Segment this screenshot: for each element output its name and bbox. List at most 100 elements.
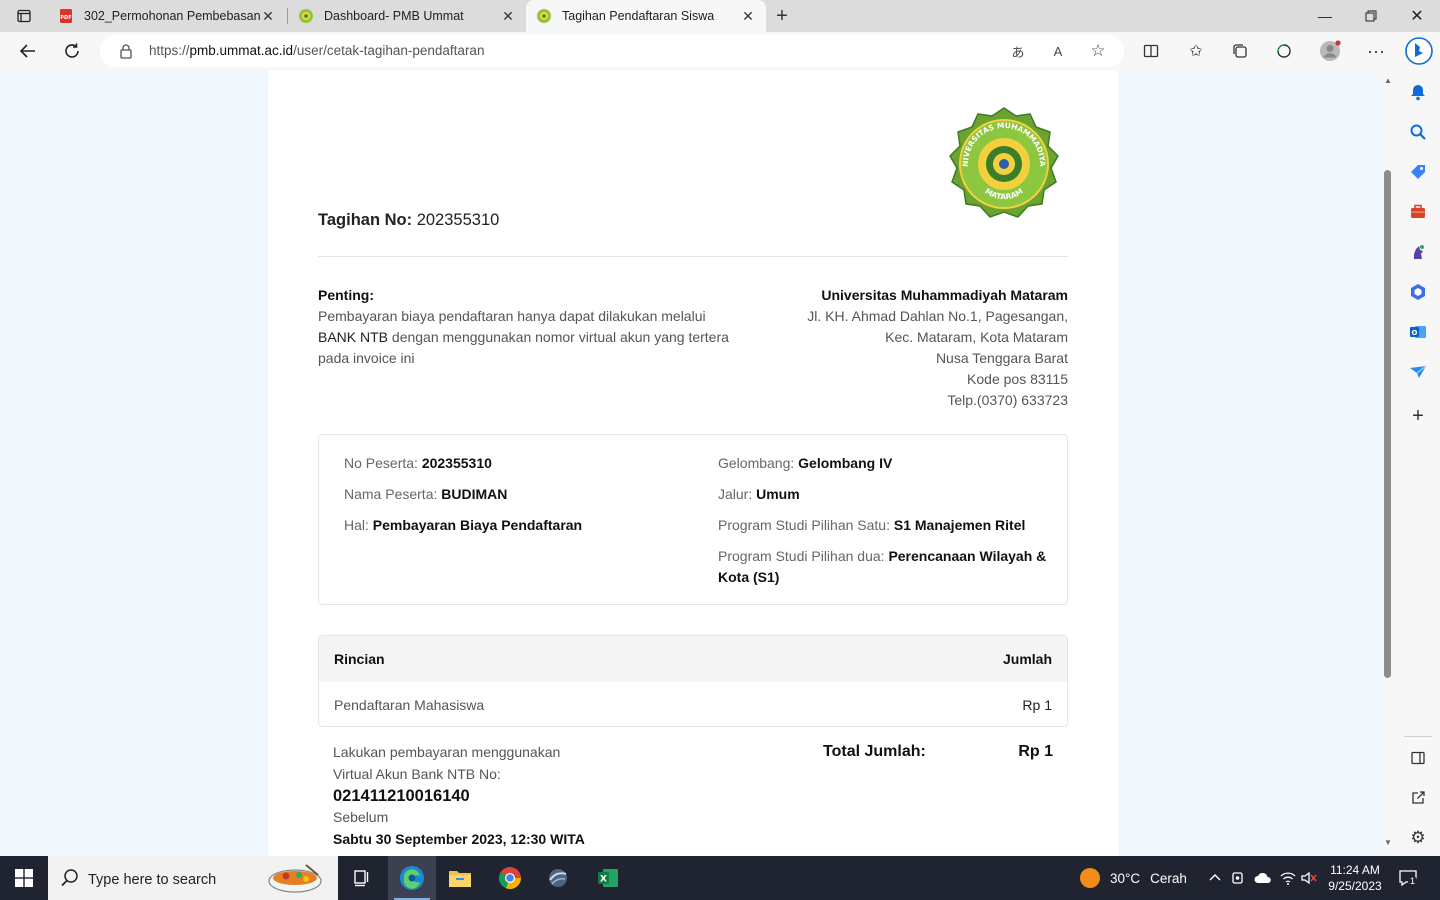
university-address: Universitas Muhammadiyah Mataram Jl. KH.… [738,285,1068,411]
minimize-button[interactable]: — [1302,0,1348,32]
restore-button[interactable] [1348,0,1394,32]
row-amount: Rp 1 [1022,697,1052,713]
detail-table: Rincian Jumlah Pendaftaran Mahasiswa Rp … [318,635,1068,727]
system-clock[interactable]: 11:24 AM 9/25/2023 [1318,862,1392,894]
split-screen-icon[interactable] [1139,39,1163,63]
taskbar-chrome[interactable] [486,856,534,900]
before-label: Sebelum [333,809,389,825]
scrollbar-thumb[interactable] [1384,170,1391,678]
weather-widget[interactable]: 30°C Cerah [1080,868,1187,888]
weather-condition: Cerah [1150,870,1187,886]
svg-text:PDF: PDF [60,15,71,21]
divider [318,256,1068,257]
tab-actions-button[interactable] [8,4,40,28]
open-external-icon[interactable] [1408,788,1428,808]
task-view-button[interactable] [338,856,386,900]
payment-instructions: Lakukan pembayaran menggunakan Virtual A… [333,742,585,850]
close-icon[interactable]: ✕ [500,8,516,24]
field-label: Gelombang: [718,455,795,471]
shopping-tag-icon[interactable] [1408,162,1428,182]
table-row: Pendaftaran Mahasiswa Rp 1 [319,682,1067,726]
tab-dashboard[interactable]: Dashboard- PMB Ummat ✕ [288,0,526,32]
search-icon[interactable] [1408,122,1428,142]
scroll-up-icon[interactable]: ▲ [1383,76,1393,86]
payment-line-1: Lakukan pembayaran menggunakan [333,744,561,760]
ummat-icon [536,8,552,24]
tools-icon[interactable] [1408,202,1428,222]
university-logo: UNIVERSITAS MUHAMMADIYAH MATARAM [946,106,1059,218]
refresh-button[interactable] [58,37,86,65]
notification-count: 1 [1408,876,1418,886]
pdf-icon: PDF [58,8,74,24]
taskbar-app[interactable] [534,856,582,900]
svg-text:X: X [600,875,607,885]
bell-icon[interactable] [1408,82,1428,102]
address-line: Telp.(0370) 633723 [947,392,1068,408]
close-icon[interactable]: ✕ [740,8,756,24]
field-value: Umum [756,486,800,502]
scroll-down-icon[interactable]: ▼ [1383,838,1393,848]
tab-tagihan[interactable]: Tagihan Pendaftaran Siswa ✕ [526,0,766,32]
taskbar-file-explorer[interactable] [436,856,484,900]
outlook-icon[interactable]: O [1408,322,1428,342]
sidebar-divider [1404,736,1432,737]
task-view-icon [354,870,369,887]
back-arrow-icon [19,44,35,58]
new-tab-button[interactable]: + [770,4,794,28]
hide-sidebar-icon[interactable] [1408,748,1428,768]
close-window-button[interactable]: ✕ [1394,0,1440,32]
address-line: Kode pos 83115 [967,371,1068,387]
drop-icon[interactable] [1408,362,1428,382]
vertical-scrollbar[interactable]: ▲ ▼ [1380,70,1396,856]
bill-number-value: 202355310 [416,211,500,229]
volume-muted-icon[interactable] [1300,869,1318,887]
profile-avatar[interactable] [1318,39,1342,63]
read-aloud-icon[interactable]: A [1048,41,1068,61]
participant-wave: Gelombang: Gelombang IV [718,453,1048,474]
translate-icon[interactable]: あ [1008,41,1028,61]
onedrive-icon[interactable] [1254,869,1272,887]
address-bar[interactable]: https://pmb.ummat.ac.id/user/cetak-tagih… [100,35,1124,67]
field-label: Program Studi Pilihan Satu: [718,517,890,533]
favorites-icon[interactable]: ✩ [1184,39,1208,63]
participant-subject: Hal: Pembayaran Biaya Pendaftaran [344,515,684,536]
notification-center[interactable]: 1 [1398,868,1418,888]
tab-strip: PDF 302_Permohonan Pembebasan B ✕ Dashbo… [0,0,1440,32]
favorite-star-icon[interactable]: ☆ [1088,41,1108,61]
office-icon[interactable] [1408,282,1428,302]
gear-icon[interactable]: ⚙ [1408,828,1428,848]
wifi-icon[interactable] [1279,869,1297,887]
close-icon[interactable]: ✕ [260,8,276,24]
collections-icon[interactable] [1228,39,1252,63]
start-button[interactable] [0,856,48,900]
restore-icon [1365,10,1377,22]
payment-deadline: Sabtu 30 September 2023, 12:30 WITA [333,830,585,847]
total-label: Total Jumlah: [823,743,926,760]
field-value: Gelombang IV [798,455,893,471]
back-button[interactable] [14,37,42,65]
url-host: pmb.ummat.ac.id [189,43,294,58]
important-label: Penting: [318,287,374,303]
taskbar-search[interactable]: Type here to search [48,856,338,900]
more-menu-icon[interactable]: ··· [1364,39,1388,63]
meet-now-icon[interactable] [1230,869,1248,887]
tab-permohonan[interactable]: PDF 302_Permohonan Pembebasan B ✕ [48,0,286,32]
excel-icon: X [598,869,618,887]
lock-icon[interactable] [118,43,134,59]
col-detail: Rincian [334,651,385,667]
payment-line-2: Virtual Akun Bank NTB No: [333,765,501,782]
chevron-up-icon[interactable] [1206,869,1224,887]
taskbar-edge[interactable] [388,856,436,900]
tab-actions-icon [17,9,31,23]
taskbar-excel[interactable]: X [584,856,632,900]
browser-essentials-icon[interactable] [1272,39,1296,63]
url-text[interactable]: https://pmb.ummat.ac.id/user/cetak-tagih… [149,43,484,58]
field-label: No Peserta: [344,455,418,471]
clock-date: 9/25/2023 [1328,879,1382,893]
games-icon[interactable] [1408,242,1428,262]
add-sidebar-app-icon[interactable]: + [1408,405,1428,427]
bill-number: Tagihan No: 202355310 [318,211,499,230]
tab-title: Dashboard- PMB Ummat [324,9,464,23]
bing-copilot-icon[interactable] [1404,36,1434,66]
row-detail: Pendaftaran Mahasiswa [334,697,485,713]
